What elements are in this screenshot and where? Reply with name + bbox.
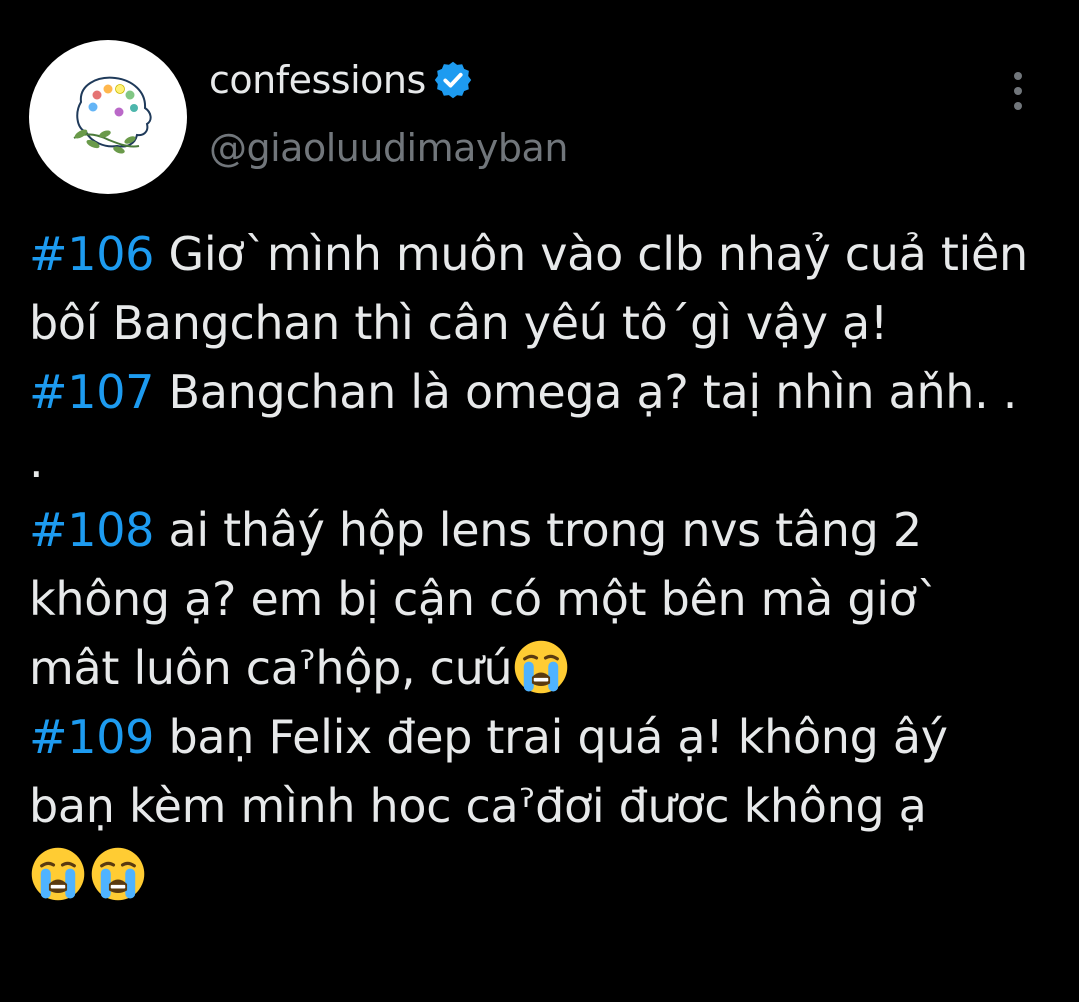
confession-entry: #108 ai thâý hộp lens trong nvs tâng 2 k… [29,496,1039,703]
post-text: #106 Giơ`mình muôn vào clb nhaỷ cuả tiên… [29,220,1039,910]
entry-text: baṇ Felix đep trai quá ạ! không âý baṇ k… [29,710,948,833]
palette-head-logo-icon [73,76,152,154]
display-name[interactable]: confessions [209,52,426,108]
more-vertical-icon-dot [1014,87,1022,95]
hashtag-link[interactable]: #108 [29,503,154,557]
hashtag-link[interactable]: #106 [29,227,154,281]
profile-handle[interactable]: @giaoluudimayban [209,120,568,176]
verified-badge-icon[interactable] [432,59,474,101]
confession-entry: #107 Bangchan là omega ạ? taị nhìn aňh. … [29,358,1039,496]
more-vertical-icon-dot [1014,102,1022,110]
entry-text: ai thâý hộp lens trong nvs tâng 2 không … [29,503,940,695]
entry-text: Bangchan là omega ạ? taị nhìn aňh. . . [29,365,1018,488]
hashtag-link[interactable]: #109 [29,710,154,764]
loudly-crying-face-icon [29,845,87,903]
more-vertical-icon [1014,72,1022,80]
loudly-crying-face-icon [512,638,570,696]
avatar[interactable] [29,40,187,194]
profile-name-row: confessions [209,52,474,108]
confession-entry: #106 Giơ`mình muôn vào clb nhaỷ cuả tiên… [29,220,1039,358]
emoji-line [29,841,1039,910]
loudly-crying-face-icon [89,845,147,903]
more-options-button[interactable] [996,66,1040,116]
hashtag-link[interactable]: #107 [29,365,154,419]
entry-text: Giơ`mình muôn vào clb nhaỷ cuả tiên bôí … [29,227,1028,350]
confession-entry: #109 baṇ Felix đep trai quá ạ! không âý … [29,703,1039,841]
